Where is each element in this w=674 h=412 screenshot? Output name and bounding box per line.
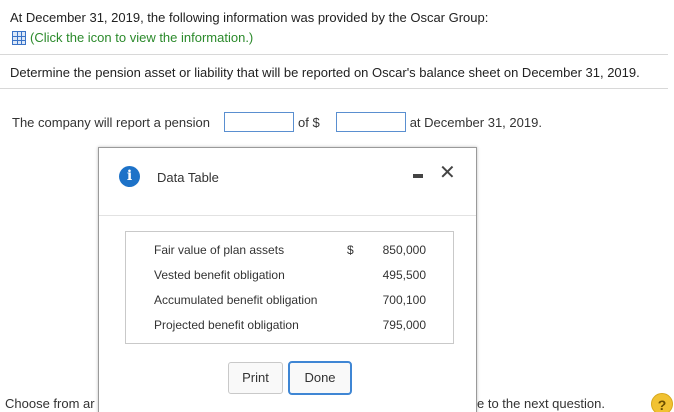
answer-row: The company will report a pension of $ a… bbox=[12, 112, 542, 132]
pension-amount-input[interactable] bbox=[335, 112, 406, 132]
row-label: Vested benefit obligation bbox=[154, 268, 285, 282]
answer-prefix: The company will report a pension bbox=[12, 114, 210, 130]
row-label: Projected benefit obligation bbox=[154, 318, 299, 332]
table-row: Projected benefit obligation 795,000 bbox=[154, 318, 426, 338]
help-button[interactable]: ? bbox=[651, 393, 673, 412]
row-label: Accumulated benefit obligation bbox=[154, 293, 318, 307]
minimize-icon[interactable] bbox=[413, 174, 423, 178]
close-icon[interactable]: ✕ bbox=[439, 162, 456, 182]
currency-symbol: $ bbox=[347, 243, 354, 257]
footer-instruction-right: e to the next question. bbox=[477, 396, 605, 411]
view-information-link[interactable]: (Click the icon to view the information.… bbox=[12, 30, 253, 45]
row-value: 850,000 bbox=[382, 243, 426, 257]
dialog-header bbox=[99, 148, 476, 216]
info-link-text[interactable]: (Click the icon to view the information.… bbox=[30, 30, 253, 45]
data-table-dialog: i Data Table ✕ Fair value of plan assets… bbox=[98, 147, 477, 412]
done-button[interactable]: Done bbox=[288, 361, 352, 395]
table-row: Vested benefit obligation 495,500 bbox=[154, 268, 426, 288]
question-text: Determine the pension asset or liability… bbox=[10, 65, 640, 80]
print-button[interactable]: Print bbox=[228, 362, 283, 394]
info-icon: i bbox=[119, 166, 140, 187]
row-value: 495,500 bbox=[382, 268, 426, 282]
table-row: Accumulated benefit obligation 700,100 bbox=[154, 293, 426, 313]
row-value: 700,100 bbox=[382, 293, 426, 307]
data-table: Fair value of plan assets $ 850,000 Vest… bbox=[125, 231, 454, 344]
row-value: 795,000 bbox=[382, 318, 426, 332]
answer-suffix: at December 31, 2019. bbox=[409, 114, 542, 130]
table-row: Fair value of plan assets $ 850,000 bbox=[154, 243, 426, 263]
dialog-title: Data Table bbox=[157, 170, 219, 185]
table-grid-icon[interactable] bbox=[12, 30, 26, 45]
intro-text: At December 31, 2019, the following info… bbox=[10, 10, 489, 25]
pension-type-input[interactable] bbox=[224, 112, 294, 132]
row-label: Fair value of plan assets bbox=[154, 243, 285, 257]
footer-instruction-left: Choose from ar bbox=[5, 396, 95, 411]
answer-middle: of $ bbox=[298, 114, 320, 130]
